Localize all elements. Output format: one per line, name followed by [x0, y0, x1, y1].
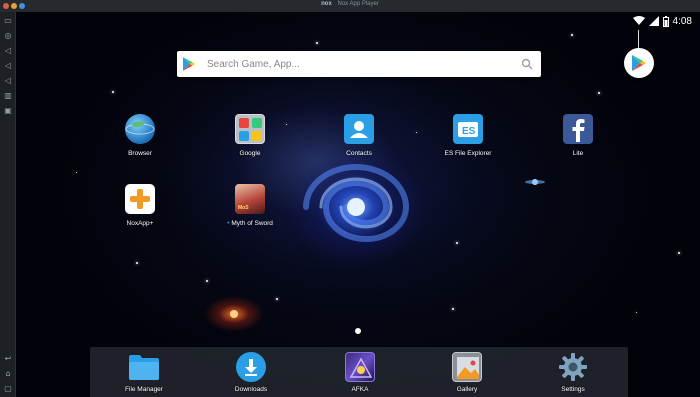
dock-afka[interactable]: AFKA [325, 352, 395, 393]
home-icon[interactable]: ⌂ [3, 369, 13, 379]
facebook-icon [563, 114, 593, 144]
battery-icon [662, 15, 669, 27]
dock-settings[interactable]: Settings [538, 352, 608, 393]
globe-icon [125, 114, 155, 144]
app-myth-of-sword[interactable]: MoS • Myth of Sword [215, 184, 285, 227]
dock-downloads[interactable]: Downloads [216, 352, 286, 393]
window-title: nox Nox App Player [0, 1, 700, 7]
app-label: Downloads [234, 386, 268, 393]
afka-icon [345, 352, 375, 382]
dock-gallery[interactable]: Gallery [432, 352, 502, 393]
volume-down-icon[interactable]: ◁ [3, 61, 13, 71]
recents-icon[interactable]: ▢ [3, 384, 13, 394]
folder-icon [129, 352, 159, 382]
app-es-file-explorer[interactable]: ES ES File Explorer [433, 114, 503, 157]
app-label: Lite [572, 150, 584, 157]
dock-file-manager[interactable]: File Manager [109, 352, 179, 393]
app-label: Contacts [346, 150, 372, 157]
app-label: • Myth of Sword [215, 220, 285, 227]
signal-icon [648, 16, 659, 26]
contacts-icon [344, 114, 374, 144]
app-label-text: Myth of Sword [231, 220, 273, 227]
app-google-folder[interactable]: Google [215, 114, 285, 157]
volume-up-icon[interactable]: ◁ [3, 46, 13, 56]
nox-logo: nox [321, 1, 332, 7]
play-store-icon [183, 57, 195, 71]
app-label: NoxApp+ [126, 220, 154, 227]
volume-mute-icon[interactable]: ◁ [3, 76, 13, 86]
window-title-text: Nox App Player [337, 1, 379, 7]
game-icon: MoS [235, 184, 265, 214]
svg-text:ES: ES [462, 126, 476, 137]
status-bar: 4:08 [632, 14, 692, 28]
play-store-floating-button[interactable] [624, 48, 654, 78]
location-icon[interactable]: ◎ [3, 31, 13, 41]
app-label: Gallery [456, 386, 478, 393]
plus-icon [125, 184, 155, 214]
app-label: Settings [561, 386, 585, 393]
back-icon[interactable]: ↩ [3, 354, 13, 364]
page-indicator[interactable] [355, 328, 361, 334]
screen-icon[interactable]: ▭ [3, 16, 13, 26]
app-label: File Manager [125, 386, 163, 393]
clock: 4:08 [672, 15, 692, 27]
title-bar: nox Nox App Player [0, 0, 700, 12]
app-label: ES File Explorer [444, 150, 492, 157]
folder-icon [235, 114, 265, 144]
screenshot-icon[interactable]: ▣ [3, 106, 13, 116]
search-bar[interactable] [177, 51, 541, 77]
app-browser[interactable]: Browser [105, 114, 175, 157]
es-file-icon: ES [453, 114, 483, 144]
chart-icon[interactable]: ▥ [3, 91, 13, 101]
gallery-icon [452, 352, 482, 382]
app-label: AFKA [351, 386, 369, 393]
dock: File Manager Downloads AFKA Gallery Sett… [90, 347, 628, 397]
fab-connector [638, 30, 639, 50]
app-noxapp-plus[interactable]: NoxApp+ [105, 184, 175, 227]
emulator-toolbar: ▭ ◎ ◁ ◁ ◁ ▥ ▣ ↩ ⌂ ▢ [0, 12, 16, 397]
download-icon [236, 352, 266, 382]
app-facebook-lite[interactable]: Lite [543, 114, 613, 157]
new-install-dot: • [227, 220, 230, 227]
search-input[interactable] [207, 55, 497, 73]
app-label: Browser [128, 150, 152, 157]
play-store-icon [632, 55, 646, 71]
app-contacts[interactable]: Contacts [324, 114, 394, 157]
gear-icon [558, 352, 588, 382]
app-label: Google [239, 150, 261, 157]
wifi-icon [632, 16, 645, 25]
clear-icon[interactable] [521, 58, 533, 70]
